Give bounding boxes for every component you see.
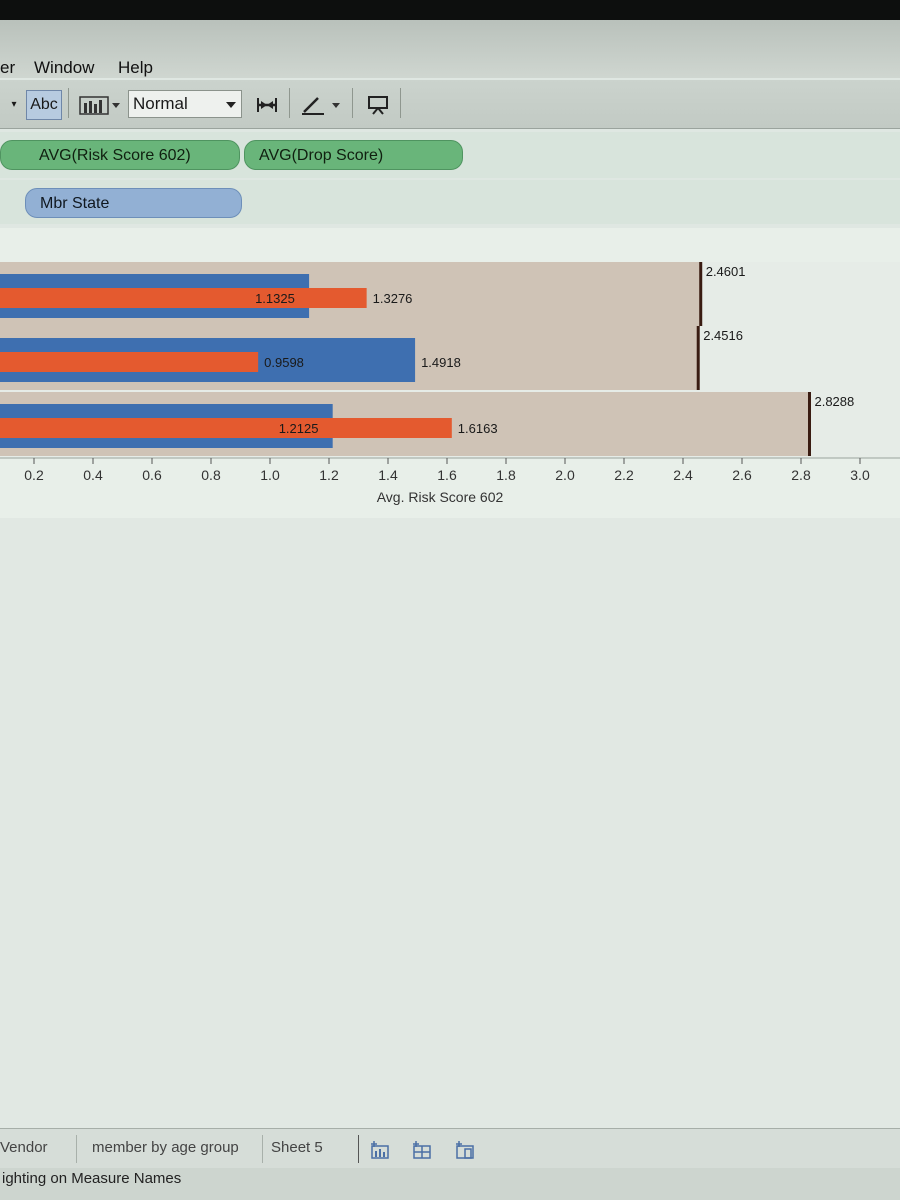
menu-item-help[interactable]: Help [118,58,153,78]
fix-axes-button[interactable] [252,90,282,120]
tab-member-by-age-group[interactable]: member by age group [92,1139,239,1156]
blue-value-label: 1.2125 [279,421,319,436]
presentation-icon [368,96,388,115]
chart-view: 1.1325 1.3276 2.4601 0.9598 1.4918 2.4516 1.21… [0,228,900,518]
tab-vendor[interactable]: Vendor [0,1139,48,1156]
menu-bar: er Window Help [0,20,900,78]
abc-label: Abc [30,96,58,113]
orange-value-label: 1.4918 [421,355,461,370]
x-tick-label: 0.2 [24,467,44,483]
fix-axes-icon [257,98,277,112]
sheet-tab-bar: Vendor member by age group Sheet 5 [0,1128,900,1169]
x-tick-label: 2.4 [673,467,693,483]
tab-sheet-5[interactable]: Sheet 5 [271,1139,323,1156]
blue-value-label: 1.1325 [255,291,295,306]
x-tick-label: 2.8 [791,467,811,483]
new-dashboard-icon[interactable] [412,1141,434,1163]
show-mark-labels-button[interactable]: Abc [26,90,62,120]
reference-value-label: 2.4601 [706,264,746,279]
orange-bar [0,418,452,438]
bar-chart: 1.1325 1.32762.46010.9598 1.49182.45161.21… [0,262,900,505]
caret-down-icon[interactable]: ▾ [8,90,20,118]
empty-view-area [0,518,900,1128]
orange-bar [0,288,367,308]
chevron-down-icon [226,102,236,108]
highlight-button[interactable] [296,90,346,120]
toolbar-separator [289,88,290,118]
fit-dropdown-value: Normal [133,94,188,113]
pill-mbr-state[interactable]: Mbr State [25,188,242,218]
new-worksheet-icon[interactable] [370,1141,392,1163]
bar-chart-icon [79,96,120,115]
pill-avg-drop-score[interactable]: AVG(Drop Score) [244,140,463,170]
pill-avg-risk-score[interactable]: AVG(Risk Score 602) [0,140,240,170]
x-tick-label: 1.8 [496,467,516,483]
orange-value-label: 1.3276 [373,291,413,306]
monitor-bezel [0,0,900,20]
x-tick-label: 2.6 [732,467,752,483]
new-story-icon[interactable] [455,1141,477,1163]
x-tick-label: 3.0 [850,467,870,483]
status-text: ighting on Measure Names [2,1170,182,1187]
show-me-chart-button[interactable] [76,90,124,120]
reference-line [807,392,811,456]
x-tick-label: 0.4 [83,467,103,483]
highlighter-pen-icon [302,97,340,115]
tab-separator [262,1135,263,1163]
x-tick-label: 2.2 [614,467,634,483]
x-tick-label: 0.6 [142,467,162,483]
toolbar-separator [352,88,353,118]
orange-bar [0,352,259,372]
status-bar: ighting on Measure Names [0,1168,900,1200]
x-tick-label: 1.4 [378,467,398,483]
reference-line [696,326,700,390]
x-tick-label: 1.2 [319,467,339,483]
x-tick-label: 1.0 [260,467,280,483]
x-tick-label: 0.8 [201,467,221,483]
orange-value-label: 1.6163 [458,421,498,436]
x-tick-label: 2.0 [555,467,575,483]
toolbar-separator [68,88,69,118]
toolbar-separator [400,88,401,118]
tab-separator [358,1135,359,1163]
menu-item-partial[interactable]: er [0,58,15,78]
tab-separator [76,1135,77,1163]
reference-value-label: 2.4516 [703,328,743,343]
presentation-mode-button[interactable] [362,90,394,120]
reference-value-label: 2.8288 [814,394,854,409]
reference-line [699,262,703,326]
menu-item-window[interactable]: Window [34,58,94,78]
fit-dropdown[interactable]: Normal [128,90,242,118]
x-axis-title: Avg. Risk Score 602 [377,489,504,505]
x-tick-label: 1.6 [437,467,457,483]
blue-value-label: 0.9598 [264,355,304,370]
